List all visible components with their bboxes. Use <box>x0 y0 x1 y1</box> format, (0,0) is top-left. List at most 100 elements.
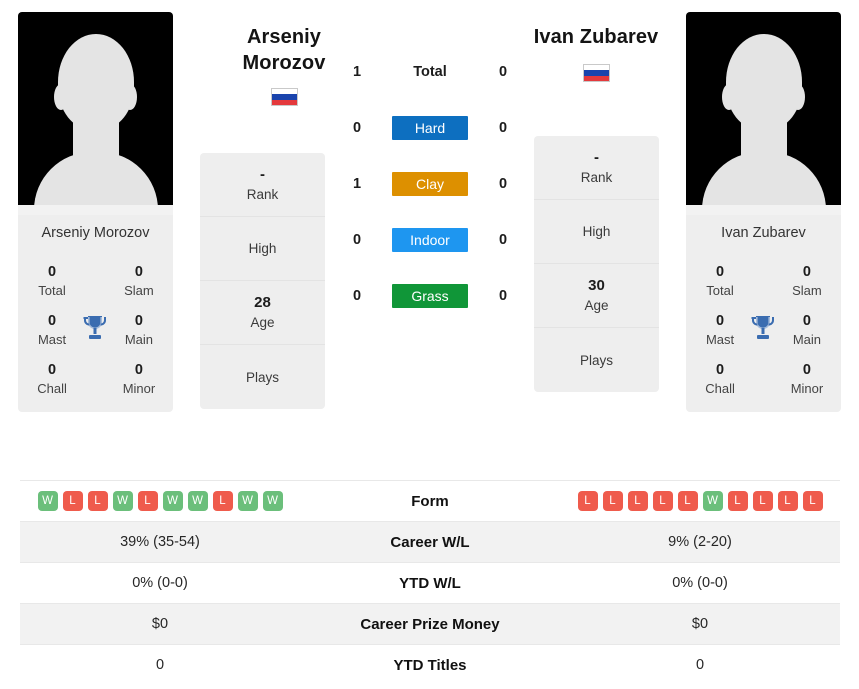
comparison-table: WLLWLWWLWW Form LLLLLWLLLL 39% (35-54) C… <box>20 480 840 685</box>
h2h-indoor-badge-wrap: Indoor <box>369 228 491 252</box>
titles-minor-value-right: 0 <box>802 362 811 378</box>
h2h-total-left-value: 1 <box>352 64 362 80</box>
russia-flag-icon-right <box>582 64 610 82</box>
titles-minor-label-right: Minor <box>790 381 824 396</box>
form-badge-win: W <box>37 491 58 511</box>
titles-row-chall-minor-left: 0 Chall 0 Minor <box>28 361 163 398</box>
titles-grid-left: 0 Total 0 Slam 0 Mast 0 Main 0 Chall 0 M… <box>18 263 173 412</box>
player-info-panel-left: - Rank High 28 Age Plays <box>200 153 325 409</box>
info-row-plays-left: Plays <box>200 345 325 409</box>
avatar-ear-right-icon <box>791 84 805 110</box>
titles-row-mast-main-left: 0 Mast 0 Main <box>28 312 163 349</box>
form-badge-loss: L <box>677 491 698 511</box>
info-age-value-right: 30 <box>588 277 605 294</box>
info-row-high-left: High <box>200 217 325 281</box>
table-row-ytd-titles: 0 YTD Titles 0 <box>20 644 840 685</box>
form-badge-loss: L <box>87 491 108 511</box>
form-badge-loss: L <box>627 491 648 511</box>
titles-main-value-right: 0 <box>802 313 811 329</box>
trophy-icon-right <box>744 312 783 342</box>
form-badge-loss: L <box>212 491 233 511</box>
info-rank-value-left: - <box>260 166 265 183</box>
info-age-value-left: 28 <box>254 294 271 311</box>
table-row-label-form: Form <box>411 492 449 510</box>
info-plays-label-right: Plays <box>579 352 613 368</box>
form-badge-loss: L <box>602 491 623 511</box>
h2h-total-label: Total <box>413 64 447 80</box>
player-comparison-page: Arseniy Morozov 0 Total 0 Slam 0 Mast 0 … <box>0 0 859 689</box>
titles-chall-right: 0 Chall <box>696 361 744 398</box>
player-info-panel-right: - Rank High 30 Age Plays <box>534 136 659 392</box>
titles-row-total-slam-left: 0 Total 0 Slam <box>28 263 163 300</box>
h2h-row-hard: 0 Hard 0 <box>345 114 515 142</box>
h2h-row-clay: 1 Clay 0 <box>345 170 515 198</box>
titles-main-label-right: Main <box>792 332 822 347</box>
h2h-grass-badge-wrap: Grass <box>369 284 491 308</box>
player-card-name-left: Arseniy Morozov <box>41 225 150 241</box>
career-wl-left: 39% (35-54) <box>120 534 200 550</box>
titles-spacer-bottom-left <box>76 361 115 363</box>
titles-main-right: 0 Main <box>783 312 831 349</box>
titles-slam-left: 0 Slam <box>115 263 163 300</box>
table-row-label-career-wl: Career W/L <box>390 533 470 551</box>
table-row-career-prize-money: $0 Career Prize Money $0 <box>20 603 840 644</box>
titles-slam-value-left: 0 <box>134 264 143 280</box>
table-row-ytd-wl: 0% (0-0) YTD W/L 0% (0-0) <box>20 562 840 603</box>
titles-slam-label-right: Slam <box>792 283 822 298</box>
form-badge-loss: L <box>802 491 823 511</box>
info-age-label-left: Age <box>250 315 275 330</box>
titles-total-right: 0 Total <box>696 263 744 300</box>
table-row-career-wl: 39% (35-54) Career W/L 9% (2-20) <box>20 521 840 562</box>
info-row-rank-right: - Rank <box>534 136 659 200</box>
form-badge-win: W <box>112 491 133 511</box>
h2h-clay-badge-wrap: Clay <box>369 172 491 196</box>
ytd-titles-left: 0 <box>155 657 165 673</box>
titles-spacer-bottom-right <box>744 361 783 363</box>
table-row-label-career-prize-money: Career Prize Money <box>360 615 500 633</box>
form-cell-right: LLLLLWLLLL <box>560 491 840 511</box>
info-age-label-right: Age <box>584 298 609 313</box>
titles-mast-value-right: 0 <box>716 313 725 329</box>
trophy-icon-left <box>76 312 115 342</box>
player-avatar-left <box>18 12 173 215</box>
titles-row-chall-minor-right: 0 Chall 0 Minor <box>696 361 831 398</box>
avatar-ear-left-icon <box>54 84 68 110</box>
h2h-indoor-left-value: 0 <box>352 232 362 248</box>
form-badge-loss: L <box>652 491 673 511</box>
h2h-clay-right-value: 0 <box>498 176 508 192</box>
titles-chall-value-left: 0 <box>48 362 57 378</box>
h2h-grass-left-value: 0 <box>352 288 362 304</box>
titles-mast-value-left: 0 <box>48 313 57 329</box>
avatar-ear-right-icon <box>123 84 137 110</box>
h2h-clay-left-value: 1 <box>352 176 362 192</box>
titles-minor-right: 0 Minor <box>783 361 831 398</box>
form-badge-win: W <box>162 491 183 511</box>
titles-total-label-right: Total <box>706 283 734 298</box>
player-card-right: Ivan Zubarev 0 Total 0 Slam 0 Mast 0 Mai… <box>686 12 841 412</box>
head-to-head-stats: 1 Total 0 0 Hard 0 1 Clay 0 0 Indoor 0 0… <box>345 58 515 338</box>
info-row-age-right: 30 Age <box>534 264 659 328</box>
career-prize-money-left: $0 <box>151 616 169 632</box>
info-row-rank-left: - Rank <box>200 153 325 217</box>
career-prize-money-right: $0 <box>691 616 709 632</box>
titles-total-value-right: 0 <box>716 264 725 280</box>
h2h-indoor-right-value: 0 <box>498 232 508 248</box>
player-name-header-right: Ivan Zubarev <box>500 24 692 82</box>
titles-slam-value-right: 0 <box>802 264 811 280</box>
h2h-row-indoor: 0 Indoor 0 <box>345 226 515 254</box>
h2h-grass-right-value: 0 <box>498 288 508 304</box>
titles-chall-value-right: 0 <box>716 362 725 378</box>
form-badge-win: W <box>702 491 723 511</box>
h2h-total-label-wrap: Total <box>369 63 491 81</box>
player-card-left: Arseniy Morozov 0 Total 0 Slam 0 Mast 0 … <box>18 12 173 412</box>
titles-spacer-top-right <box>744 263 783 265</box>
titles-slam-label-left: Slam <box>124 283 154 298</box>
ytd-wl-left: 0% (0-0) <box>132 575 188 591</box>
form-strip-right: LLLLLWLLLL <box>560 491 840 511</box>
comparison-header: Arseniy Morozov 0 Total 0 Slam 0 Mast 0 … <box>0 0 859 480</box>
player-name-line1-left: Arseniy <box>246 26 322 48</box>
russia-flag-icon-left <box>270 88 298 106</box>
form-badge-loss: L <box>777 491 798 511</box>
h2h-hard-left-value: 0 <box>352 120 362 136</box>
info-rank-label-right: Rank <box>580 170 613 185</box>
